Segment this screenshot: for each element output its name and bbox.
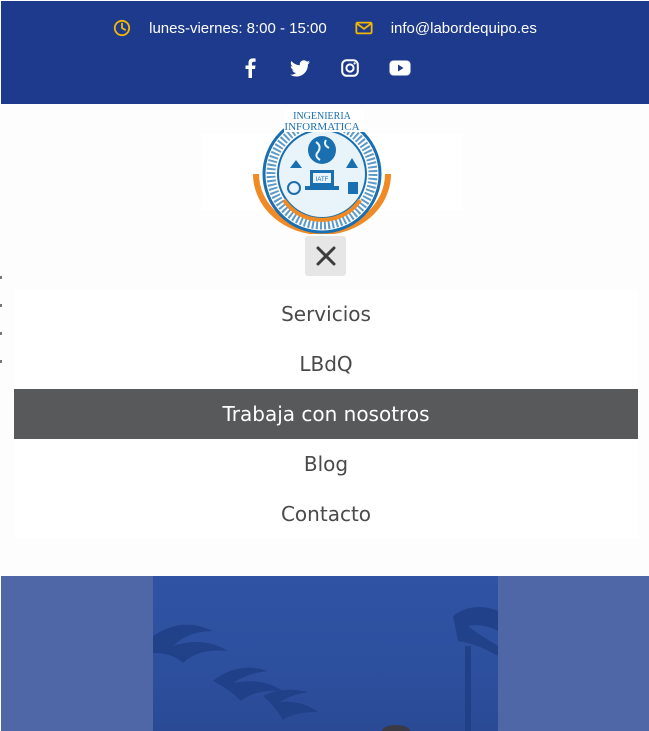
nav-item-label: Blog <box>303 452 349 476</box>
twitter-icon <box>290 59 310 76</box>
youtube-icon <box>389 60 411 76</box>
close-menu-button[interactable] <box>305 236 346 276</box>
nav-item-label: Servicios <box>281 302 371 326</box>
opening-hours-text: lunes-viernes: 8:00 - 15:00 <box>149 19 327 37</box>
palm-tree-silhouette <box>153 607 498 731</box>
left-edge-marks <box>0 276 2 363</box>
nav-item-label: Trabaja con nosotros <box>222 402 430 426</box>
ingenieria-informatica-logo[interactable]: INGENIERIA INFORMATICA IATF <box>250 108 394 234</box>
hero-image <box>153 576 498 731</box>
nav-item-lbdq[interactable]: LBdQ <box>14 339 638 389</box>
facebook-link[interactable] <box>239 57 261 79</box>
youtube-link[interactable] <box>389 57 411 79</box>
envelope-icon <box>355 21 373 35</box>
facebook-icon <box>245 58 256 78</box>
social-links <box>1 56 649 80</box>
close-icon <box>316 246 335 266</box>
nav-item-servicios[interactable]: Servicios <box>14 289 638 339</box>
contact-info-row: lunes-viernes: 8:00 - 15:00 info@laborde… <box>1 15 649 41</box>
nav-item-trabaja-con-nosotros[interactable]: Trabaja con nosotros <box>14 389 638 439</box>
instagram-icon <box>341 59 359 77</box>
nav-item-label: LBdQ <box>299 352 353 376</box>
logo-line2: INFORMATICA <box>284 121 359 133</box>
hero-section <box>1 576 649 731</box>
nav-item-contacto[interactable]: Contacto <box>14 489 638 539</box>
twitter-link[interactable] <box>289 57 311 79</box>
nav-item-blog[interactable]: Blog <box>14 439 638 489</box>
logo-badge: IATF <box>316 177 329 183</box>
clock-icon <box>114 19 131 37</box>
top-contact-bar: lunes-viernes: 8:00 - 15:00 info@laborde… <box>1 1 649 104</box>
mobile-nav-menu: Servicios LBdQ Trabaja con nosotros Blog… <box>14 289 638 538</box>
nav-item-label: Contacto <box>280 502 372 526</box>
instagram-link[interactable] <box>339 57 361 79</box>
contact-email-link[interactable]: info@labordequipo.es <box>391 20 537 37</box>
opening-hours: lunes-viernes: 8:00 - 15:00 <box>113 19 327 37</box>
contact-email[interactable]: info@labordequipo.es <box>355 19 537 37</box>
